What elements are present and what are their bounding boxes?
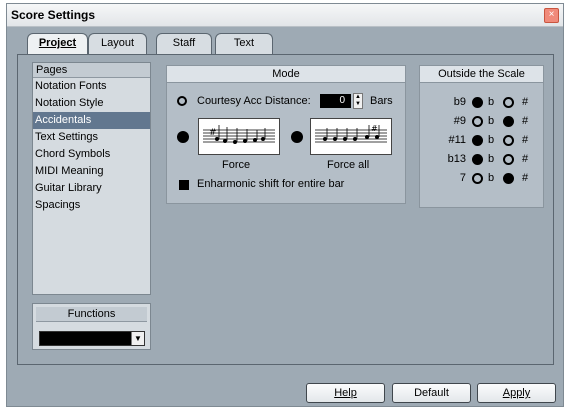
window-title: Score Settings xyxy=(11,8,96,22)
page-item-notation-fonts[interactable]: Notation Fonts xyxy=(33,78,150,95)
scale-row-label: #11 xyxy=(448,134,466,146)
force-staff-image: # xyxy=(198,118,280,155)
flat-symbol: b xyxy=(488,134,495,146)
tab-staff[interactable]: Staff xyxy=(156,33,212,54)
flat-radio[interactable] xyxy=(472,173,483,184)
functions-panel: Functions ▼ xyxy=(32,303,151,350)
enharmonic-checkbox[interactable] xyxy=(179,180,189,190)
outside-scale-header: Outside the Scale xyxy=(420,66,543,83)
page-item-notation-style[interactable]: Notation Style xyxy=(33,95,150,112)
functions-dropdown[interactable]: ▼ xyxy=(39,331,145,346)
pages-header: Pages xyxy=(33,63,150,78)
enharmonic-label: Enharmonic shift for entire bar xyxy=(197,178,345,190)
mode-panel: Mode Courtesy Acc Distance: 0 ▲ ▼ Bars # … xyxy=(166,65,406,204)
force-all-staff-image: # xyxy=(310,118,392,155)
pages-list: Pages Notation Fonts Notation Style Acci… xyxy=(32,62,151,295)
scale-row-sharp11: #11 b # xyxy=(420,131,545,150)
page-item-text-settings[interactable]: Text Settings xyxy=(33,129,150,146)
scale-row-7: 7 b # xyxy=(420,169,545,188)
courtesy-distance-input[interactable]: 0 xyxy=(320,94,351,108)
apply-button[interactable]: Apply xyxy=(477,383,556,403)
sharp-radio[interactable] xyxy=(503,173,514,184)
default-button[interactable]: Default xyxy=(392,383,471,403)
sharp-symbol: # xyxy=(522,115,529,127)
courtesy-unit: Bars xyxy=(370,95,393,107)
flat-radio[interactable] xyxy=(472,154,483,165)
close-icon[interactable]: × xyxy=(544,8,559,23)
sharp-radio[interactable] xyxy=(503,154,514,165)
sharp-radio[interactable] xyxy=(503,135,514,146)
page-item-spacings[interactable]: Spacings xyxy=(33,197,150,214)
flat-symbol: b xyxy=(488,172,495,184)
sharp-symbol: # xyxy=(522,96,529,108)
help-button[interactable]: Help xyxy=(306,383,385,403)
scale-row-label: b13 xyxy=(447,153,466,165)
svg-text:#: # xyxy=(209,128,217,138)
sharp-radio[interactable] xyxy=(503,116,514,127)
tab-layout[interactable]: Layout xyxy=(88,33,147,54)
scale-row-b9: b9 b # xyxy=(420,93,545,112)
scale-row-label: #9 xyxy=(453,115,466,127)
sharp-symbol: # xyxy=(522,172,529,184)
page-item-accidentals[interactable]: Accidentals xyxy=(33,112,150,129)
force-label: Force xyxy=(222,159,251,171)
mode-header: Mode xyxy=(167,66,405,83)
scale-row-b13: b13 b # xyxy=(420,150,545,169)
courtesy-label: Courtesy Acc Distance: xyxy=(197,95,311,107)
scale-row-label: b9 xyxy=(453,96,466,108)
sharp-symbol: # xyxy=(522,153,529,165)
force-all-radio[interactable] xyxy=(291,131,303,143)
courtesy-stepper[interactable]: ▲ ▼ xyxy=(353,93,363,109)
outside-scale-panel: Outside the Scale b9 b # #9 b # #11 b # … xyxy=(419,65,544,208)
functions-header: Functions xyxy=(36,307,147,322)
page-item-midi-meaning[interactable]: MIDI Meaning xyxy=(33,163,150,180)
chevron-down-icon[interactable]: ▼ xyxy=(131,332,144,345)
sharp-symbol: # xyxy=(522,134,529,146)
tab-text[interactable]: Text xyxy=(215,33,273,54)
page-item-chord-symbols[interactable]: Chord Symbols xyxy=(33,146,150,163)
flat-symbol: b xyxy=(488,153,495,165)
flat-radio[interactable] xyxy=(472,116,483,127)
page-item-guitar-library[interactable]: Guitar Library xyxy=(33,180,150,197)
flat-symbol: b xyxy=(488,96,495,108)
force-radio[interactable] xyxy=(177,131,189,143)
flat-symbol: b xyxy=(488,115,495,127)
sharp-radio[interactable] xyxy=(503,97,514,108)
scale-row-sharp9: #9 b # xyxy=(420,112,545,131)
svg-text:#: # xyxy=(371,124,378,133)
courtesy-radio[interactable] xyxy=(177,96,187,106)
flat-radio[interactable] xyxy=(472,97,483,108)
scale-row-label: 7 xyxy=(459,172,466,184)
flat-radio[interactable] xyxy=(472,135,483,146)
force-all-label: Force all xyxy=(327,159,370,171)
title-bar: Score Settings × xyxy=(7,4,563,27)
tab-project[interactable]: Project xyxy=(27,33,88,55)
